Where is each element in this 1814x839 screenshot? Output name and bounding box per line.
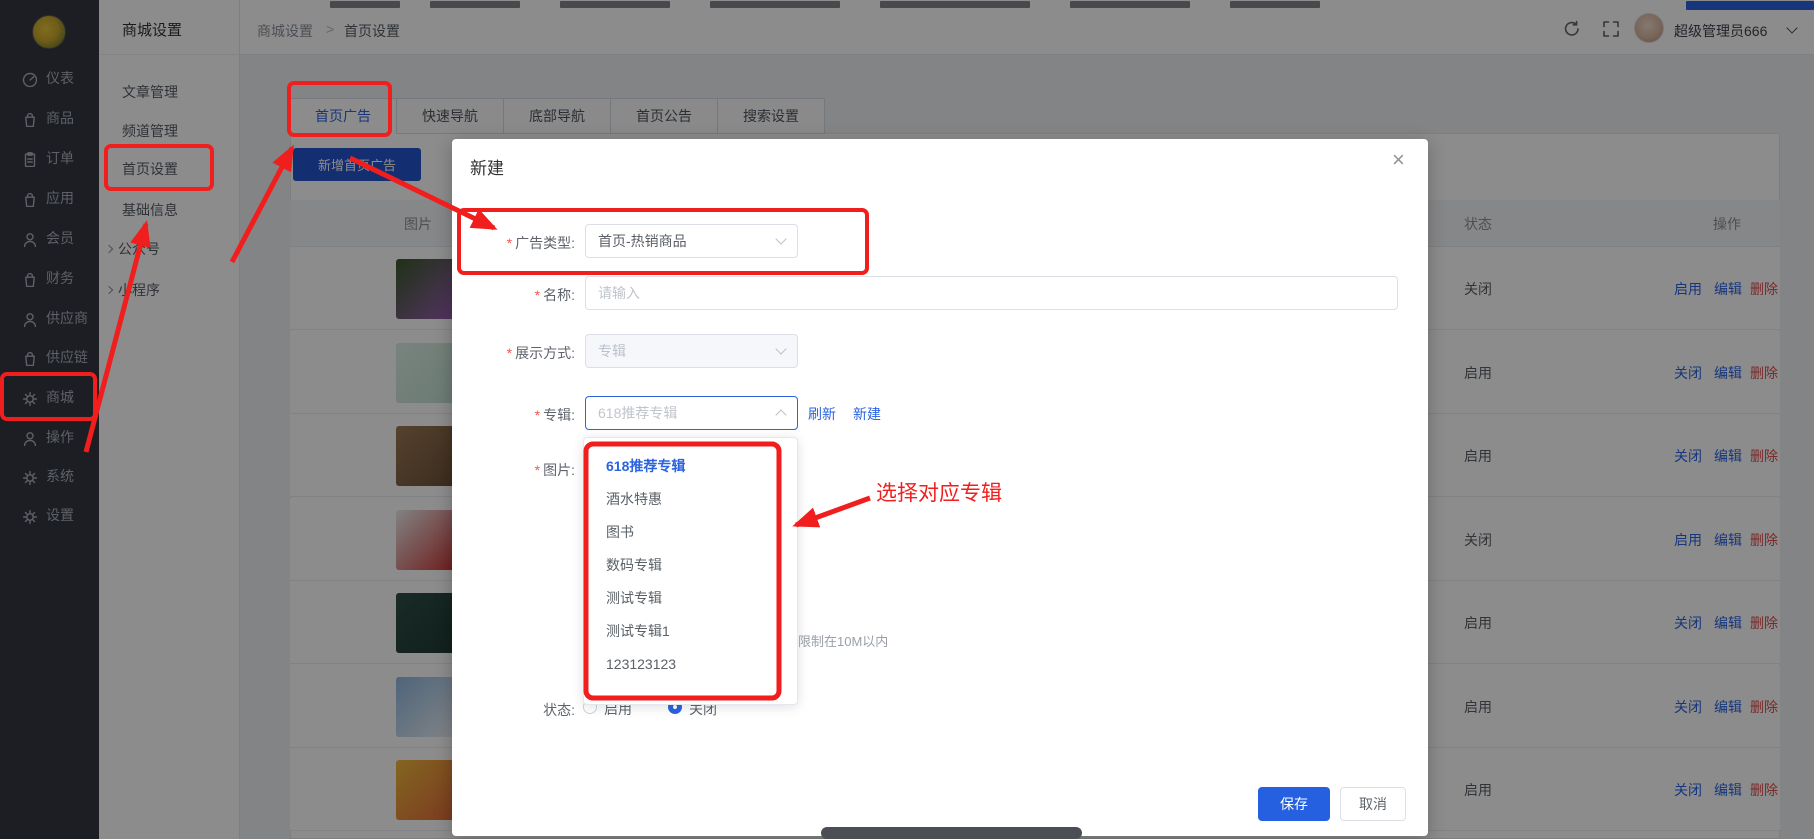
required-marker: * <box>535 407 540 423</box>
bottom-scroll-pill[interactable] <box>821 827 1082 839</box>
image-label: *图片: <box>455 460 575 480</box>
ad-type-value: 首页-热销商品 <box>598 231 687 251</box>
required-marker: * <box>507 235 512 251</box>
annotation-note: 选择对应专辑 <box>876 477 1002 507</box>
album-dropdown: 618推荐专辑 酒水特惠 图书 数码专辑 测试专辑 测试专辑1 12312312… <box>583 437 798 705</box>
dropdown-option[interactable]: 618推荐专辑 <box>584 450 797 483</box>
close-icon[interactable]: × <box>1392 149 1405 171</box>
dropdown-option[interactable]: 123123123 <box>584 648 797 681</box>
chevron-up-icon <box>775 409 786 420</box>
album-placeholder: 618推荐专辑 <box>598 403 677 423</box>
display-mode-label: *展示方式: <box>455 343 575 363</box>
album-new-link[interactable]: 新建 <box>853 404 881 424</box>
dropdown-option[interactable]: 测试专辑 <box>584 582 797 615</box>
dialog-title: 新建 <box>470 154 504 179</box>
upload-hint-fragment: 限制在10M以内 <box>798 631 888 650</box>
save-button[interactable]: 保存 <box>1258 787 1330 821</box>
album-select[interactable]: 618推荐专辑 <box>585 396 798 430</box>
album-refresh-link[interactable]: 刷新 <box>808 404 836 424</box>
ad-type-select[interactable]: 首页-热销商品 <box>585 224 798 258</box>
dropdown-option[interactable]: 测试专辑1 <box>584 615 797 648</box>
required-marker: * <box>507 345 512 361</box>
cancel-button[interactable]: 取消 <box>1340 787 1406 821</box>
display-mode-value: 专辑 <box>598 341 626 361</box>
status-label: 状态: <box>455 700 575 720</box>
name-input[interactable]: 请输入 <box>585 276 1398 310</box>
name-label: *名称: <box>455 285 575 305</box>
chevron-down-icon <box>775 233 786 244</box>
chevron-down-icon <box>775 343 786 354</box>
dropdown-option[interactable]: 图书 <box>584 516 797 549</box>
name-placeholder: 请输入 <box>598 283 640 303</box>
ad-type-label: *广告类型: <box>455 233 575 253</box>
display-mode-select: 专辑 <box>585 334 798 368</box>
dropdown-option[interactable]: 酒水特惠 <box>584 483 797 516</box>
required-marker: * <box>535 462 540 478</box>
album-label: *专辑: <box>455 405 575 425</box>
required-marker: * <box>535 287 540 303</box>
dropdown-option[interactable]: 数码专辑 <box>584 549 797 582</box>
